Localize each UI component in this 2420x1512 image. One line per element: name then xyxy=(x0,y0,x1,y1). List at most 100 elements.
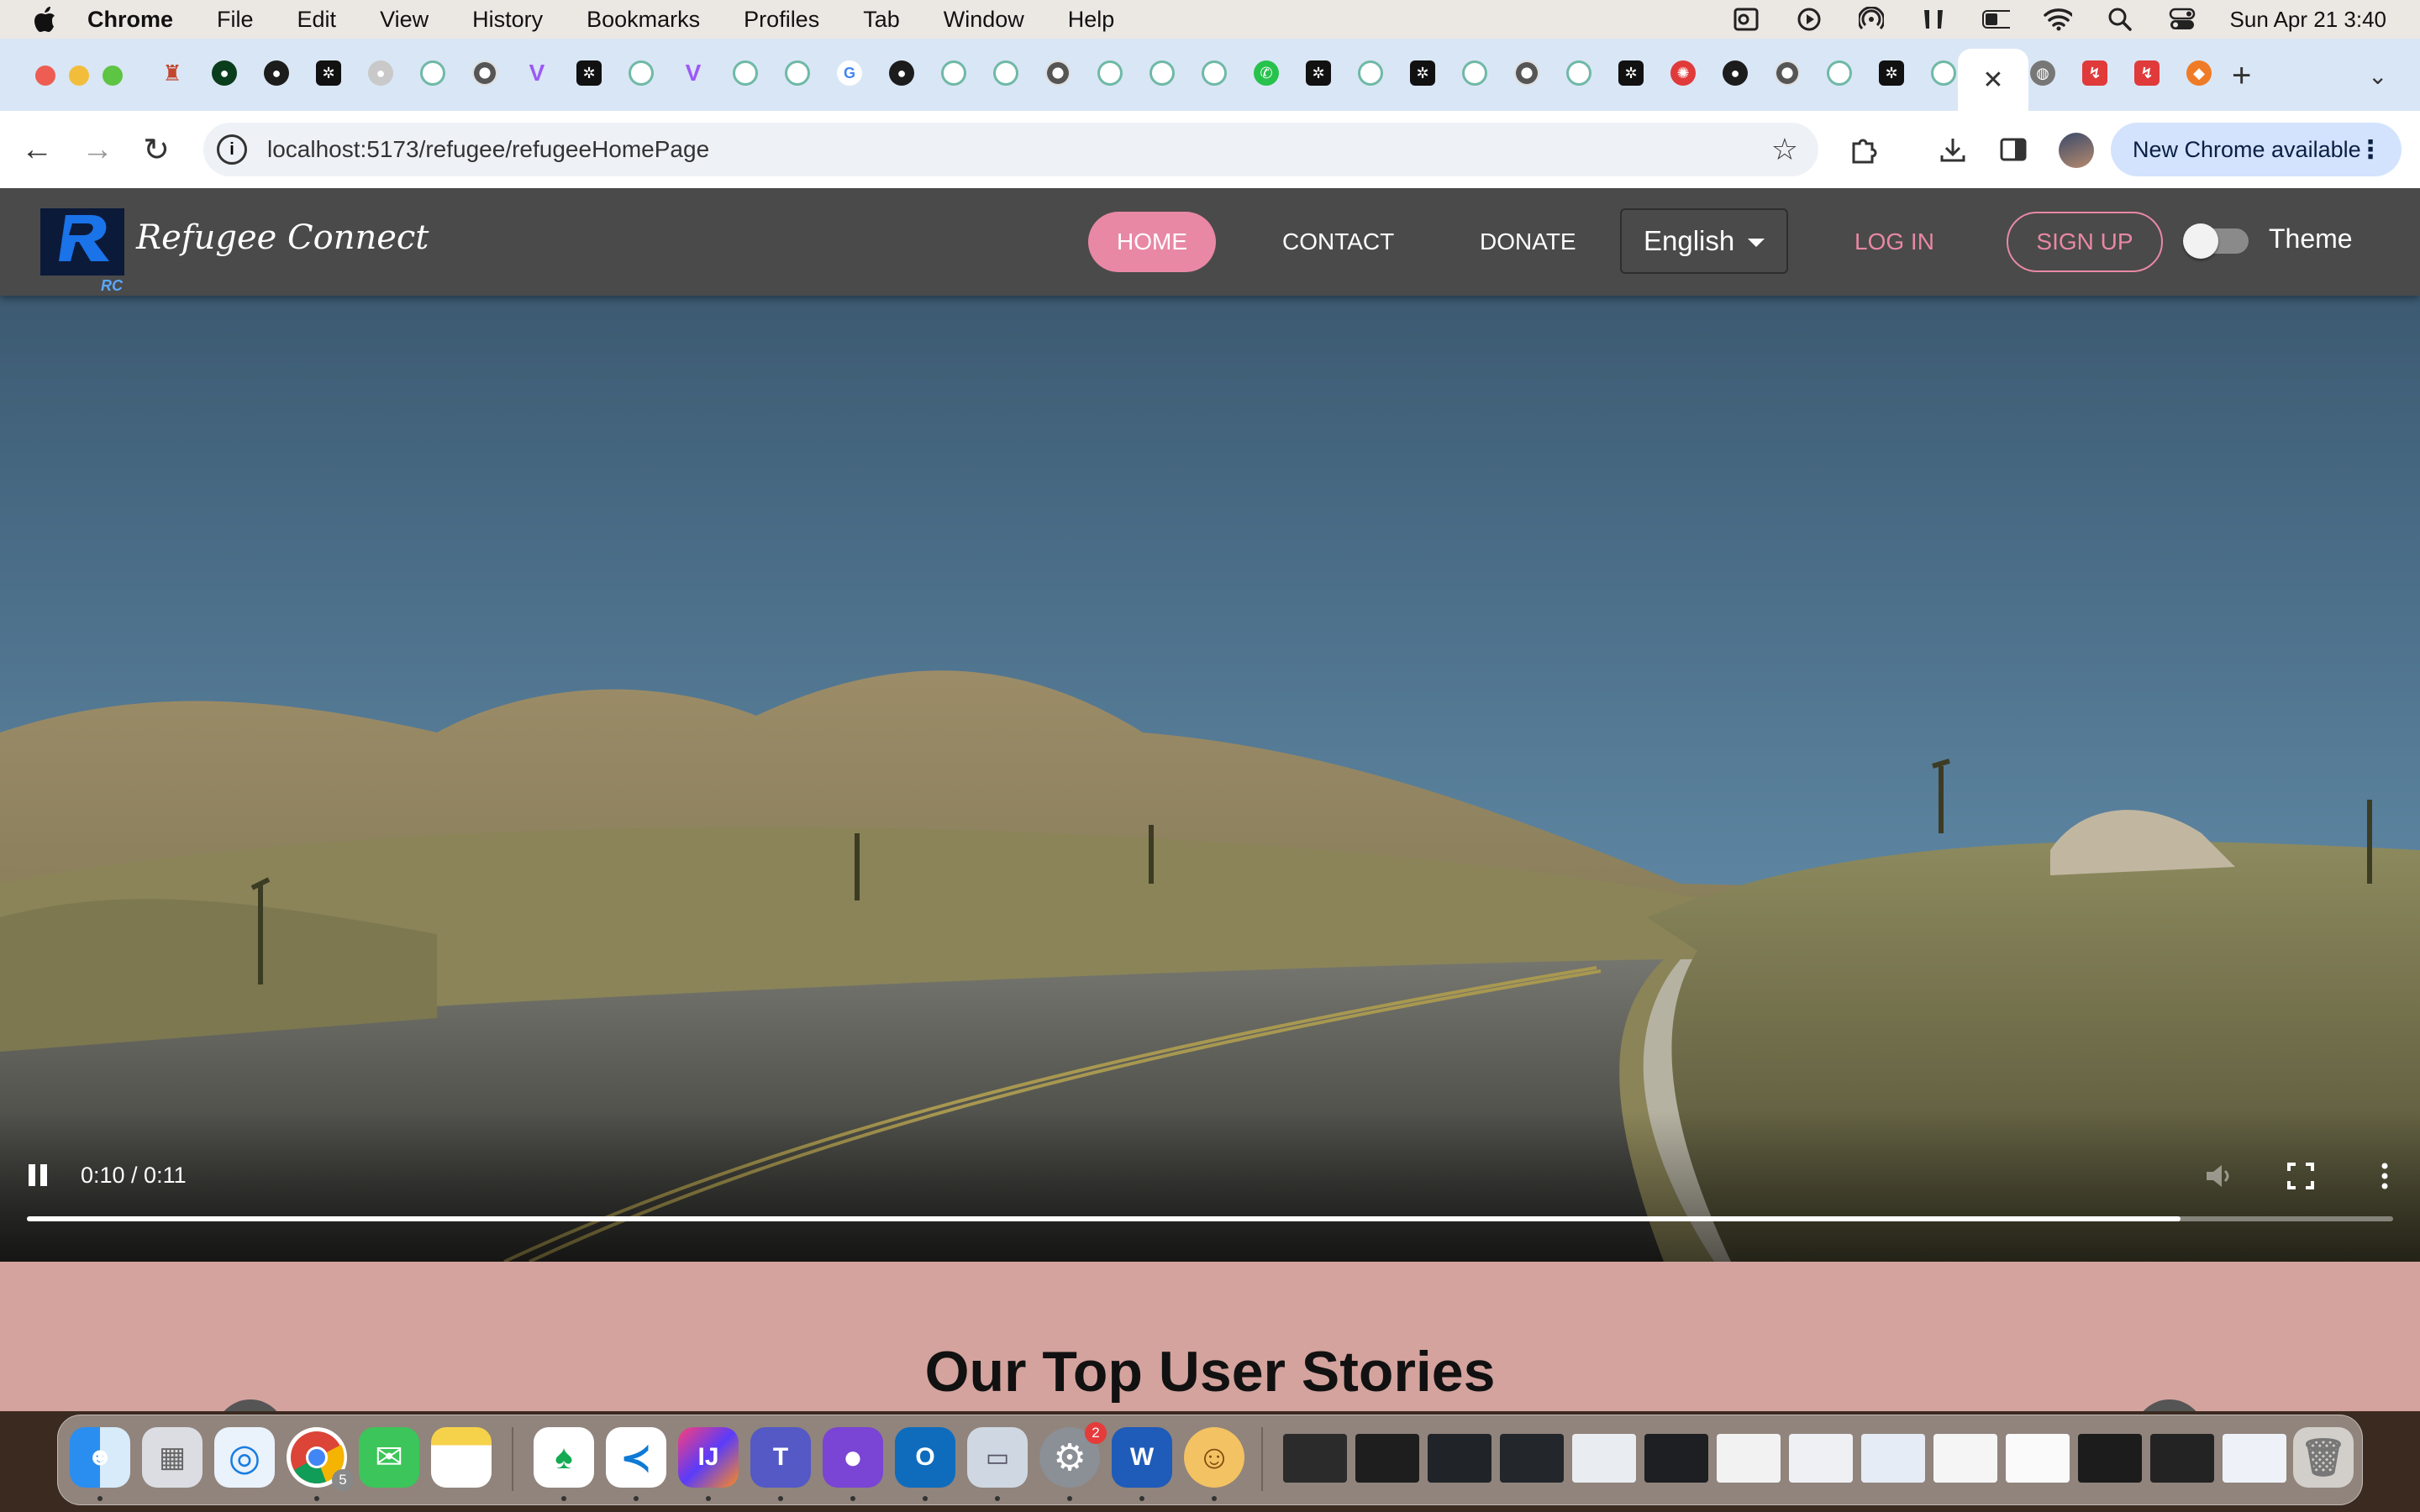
tab-close-icon[interactable]: ✕ xyxy=(1982,66,2003,95)
tab-chrome-icon[interactable] xyxy=(1514,60,1539,86)
messages-icon[interactable]: ✉ xyxy=(359,1427,419,1488)
trash-icon[interactable]: 🗑 xyxy=(2293,1427,2354,1488)
volume-muted-icon[interactable] xyxy=(2202,1159,2235,1193)
mongodb-compass-icon[interactable]: ♠ xyxy=(534,1427,594,1488)
brand-name[interactable]: Refugee Connect xyxy=(136,218,429,257)
fullscreen-icon[interactable] xyxy=(2284,1159,2317,1193)
play-status-icon[interactable] xyxy=(1795,7,1823,32)
tab-chatgpt-icon[interactable] xyxy=(785,60,810,86)
tab-vite-icon[interactable]: V xyxy=(524,60,550,86)
site-logo[interactable]: RC xyxy=(40,208,124,294)
tab-app-icon[interactable]: ✲ xyxy=(1410,60,1435,86)
preview-icon[interactable]: ▭ xyxy=(967,1427,1028,1488)
back-arrow-icon[interactable]: ← xyxy=(20,132,54,167)
address-bar[interactable]: i localhost:5173/refugee/refugeeHomePage… xyxy=(203,123,1818,176)
minimized-window-thumb[interactable] xyxy=(1428,1434,1491,1483)
minimized-window-thumb[interactable] xyxy=(1644,1434,1708,1483)
minimized-window-thumb[interactable] xyxy=(1500,1434,1564,1483)
active-tab[interactable]: ✕ xyxy=(1958,49,2028,111)
tab-chatgpt-icon[interactable] xyxy=(420,60,445,86)
theme-toggle[interactable] xyxy=(2183,223,2249,259)
profile-avatar[interactable] xyxy=(2059,133,2094,168)
tab-github-icon[interactable]: ● xyxy=(1723,60,1748,86)
minimized-window-thumb[interactable] xyxy=(1283,1434,1347,1483)
tab-google-icon[interactable]: G xyxy=(837,60,862,86)
tab-mongodb-icon[interactable]: ● xyxy=(212,60,237,86)
menu-window[interactable]: Window xyxy=(944,7,1024,33)
tab-chatgpt-icon[interactable] xyxy=(1358,60,1383,86)
language-select[interactable]: English xyxy=(1620,208,1788,274)
tab-orange-app-icon[interactable]: ◆ xyxy=(2186,60,2212,86)
tab-github-icon[interactable]: ● xyxy=(368,60,393,86)
control-center-icon[interactable] xyxy=(2168,7,2196,32)
nav-home-button[interactable]: HOME xyxy=(1088,212,1216,272)
vscode-icon[interactable]: ≺ xyxy=(606,1427,666,1488)
minimized-window-thumb[interactable] xyxy=(2150,1434,2214,1483)
tab-chatgpt-icon[interactable] xyxy=(1462,60,1487,86)
tab-chatgpt-icon[interactable] xyxy=(1931,60,1956,86)
outlook-status-icon[interactable] xyxy=(1733,7,1761,32)
tab-app-icon[interactable]: ✲ xyxy=(1618,60,1644,86)
login-button[interactable]: LOG IN xyxy=(1854,212,1934,272)
pause-icon[interactable] xyxy=(29,1164,54,1189)
tab-chatgpt-icon[interactable] xyxy=(1150,60,1175,86)
minimized-window-thumb[interactable] xyxy=(2006,1434,2070,1483)
tab-app-icon[interactable]: ✲ xyxy=(316,60,341,86)
more-menu-icon[interactable]: ⋮ xyxy=(2358,135,2383,165)
video-progress-bar[interactable] xyxy=(27,1216,2393,1221)
intellij-icon[interactable]: IJ xyxy=(678,1427,739,1488)
retriever-app-icon[interactable]: ☺ xyxy=(1184,1427,1244,1488)
menu-clock[interactable]: Sun Apr 21 3:40 xyxy=(2230,7,2386,33)
apple-menu-icon[interactable] xyxy=(34,5,59,34)
hero-video[interactable]: 0:10 / 0:11 xyxy=(0,296,2420,1262)
tab-pdf-icon[interactable]: ↯ xyxy=(2134,60,2160,86)
safari-icon[interactable]: ◎ xyxy=(214,1427,275,1488)
nav-donate-link[interactable]: DONATE xyxy=(1480,212,1576,272)
tab-vite-icon[interactable]: V xyxy=(681,60,706,86)
notes-icon[interactable] xyxy=(431,1427,492,1488)
tab-chatgpt-icon[interactable] xyxy=(1097,60,1123,86)
word-icon[interactable]: W xyxy=(1112,1427,1172,1488)
wifi-icon[interactable] xyxy=(2043,7,2072,32)
airpods-icon[interactable] xyxy=(1919,7,1948,32)
tab-chrome-icon[interactable] xyxy=(1775,60,1800,86)
extensions-puzzle-icon[interactable] xyxy=(1845,131,1882,168)
url-text[interactable]: localhost:5173/refugee/refugeeHomePage xyxy=(267,136,709,163)
tab-github-icon[interactable]: ● xyxy=(889,60,914,86)
chrome-update-button[interactable]: New Chrome available ⋮ xyxy=(2111,123,2402,176)
menu-app-name[interactable]: Chrome xyxy=(87,7,173,33)
menu-edit[interactable]: Edit xyxy=(297,7,337,33)
tab-app-icon[interactable]: ✲ xyxy=(1306,60,1331,86)
reload-icon[interactable]: ↻ xyxy=(139,133,173,168)
bookmark-star-icon[interactable]: ☆ xyxy=(1771,132,1798,167)
battery-icon[interactable] xyxy=(1981,7,2010,32)
site-info-icon[interactable]: i xyxy=(217,134,247,165)
tab-app-icon[interactable]: ✲ xyxy=(1879,60,1904,86)
menu-help[interactable]: Help xyxy=(1068,7,1115,33)
nav-contact-link[interactable]: CONTACT xyxy=(1282,212,1394,272)
tab-chatgpt-icon[interactable] xyxy=(1827,60,1852,86)
tab-chatgpt-icon[interactable] xyxy=(733,60,758,86)
tab-search-chevron-icon[interactable]: ⌄ xyxy=(2368,62,2387,90)
tab-chatgpt-icon[interactable] xyxy=(1566,60,1591,86)
downloads-icon[interactable] xyxy=(1934,131,1971,168)
tab-app-icon[interactable]: ✲ xyxy=(576,60,602,86)
minimized-window-thumb[interactable] xyxy=(1789,1434,1853,1483)
menu-view[interactable]: View xyxy=(380,7,429,33)
teams-icon[interactable]: T xyxy=(750,1427,811,1488)
zoom-window-button[interactable] xyxy=(103,66,123,86)
tab-chatgpt-icon[interactable] xyxy=(1202,60,1227,86)
side-panel-icon[interactable] xyxy=(1995,131,2032,168)
minimized-window-thumb[interactable] xyxy=(1933,1434,1997,1483)
tab-chrome-icon[interactable] xyxy=(472,60,497,86)
minimize-window-button[interactable] xyxy=(69,66,89,86)
menu-profiles[interactable]: Profiles xyxy=(744,7,819,33)
tab-rocket-icon[interactable]: ♜ xyxy=(160,60,185,86)
signup-button[interactable]: SIGN UP xyxy=(2007,212,2163,272)
tab-globe-icon[interactable]: ◍ xyxy=(2030,60,2055,86)
minimized-window-thumb[interactable] xyxy=(1572,1434,1636,1483)
tab-pdf-icon[interactable]: ↯ xyxy=(2082,60,2107,86)
airdrop-icon[interactable] xyxy=(1857,7,1886,32)
tab-chatgpt-icon[interactable] xyxy=(941,60,966,86)
github-desktop-icon[interactable]: ● xyxy=(823,1427,883,1488)
